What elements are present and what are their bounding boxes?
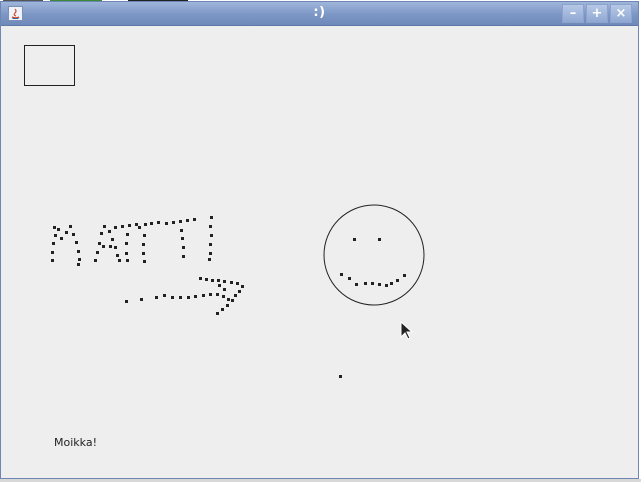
app-window: :) – + × Moikka! [0, 1, 639, 479]
small-rectangle [24, 45, 75, 86]
smiley-face-circle [323, 204, 425, 306]
smiley-mouth-dots [340, 273, 406, 287]
drawing-panel[interactable]: Moikka! [2, 26, 637, 478]
minimize-button[interactable]: – [562, 4, 584, 23]
title-bar[interactable]: :) – + × [1, 2, 638, 26]
window-title: :) [313, 5, 326, 20]
smiley-eyes [353, 238, 381, 241]
matti-dotted-handwriting [51, 216, 213, 266]
dotted-arrow-drawing [125, 277, 244, 315]
greeting-text: Moikka! [54, 436, 97, 449]
drawing-canvas[interactable] [2, 26, 637, 478]
mouse-pointer-icon [400, 321, 414, 340]
stray-dot [339, 375, 342, 378]
close-button[interactable]: × [610, 4, 632, 23]
maximize-button[interactable]: + [586, 4, 608, 23]
